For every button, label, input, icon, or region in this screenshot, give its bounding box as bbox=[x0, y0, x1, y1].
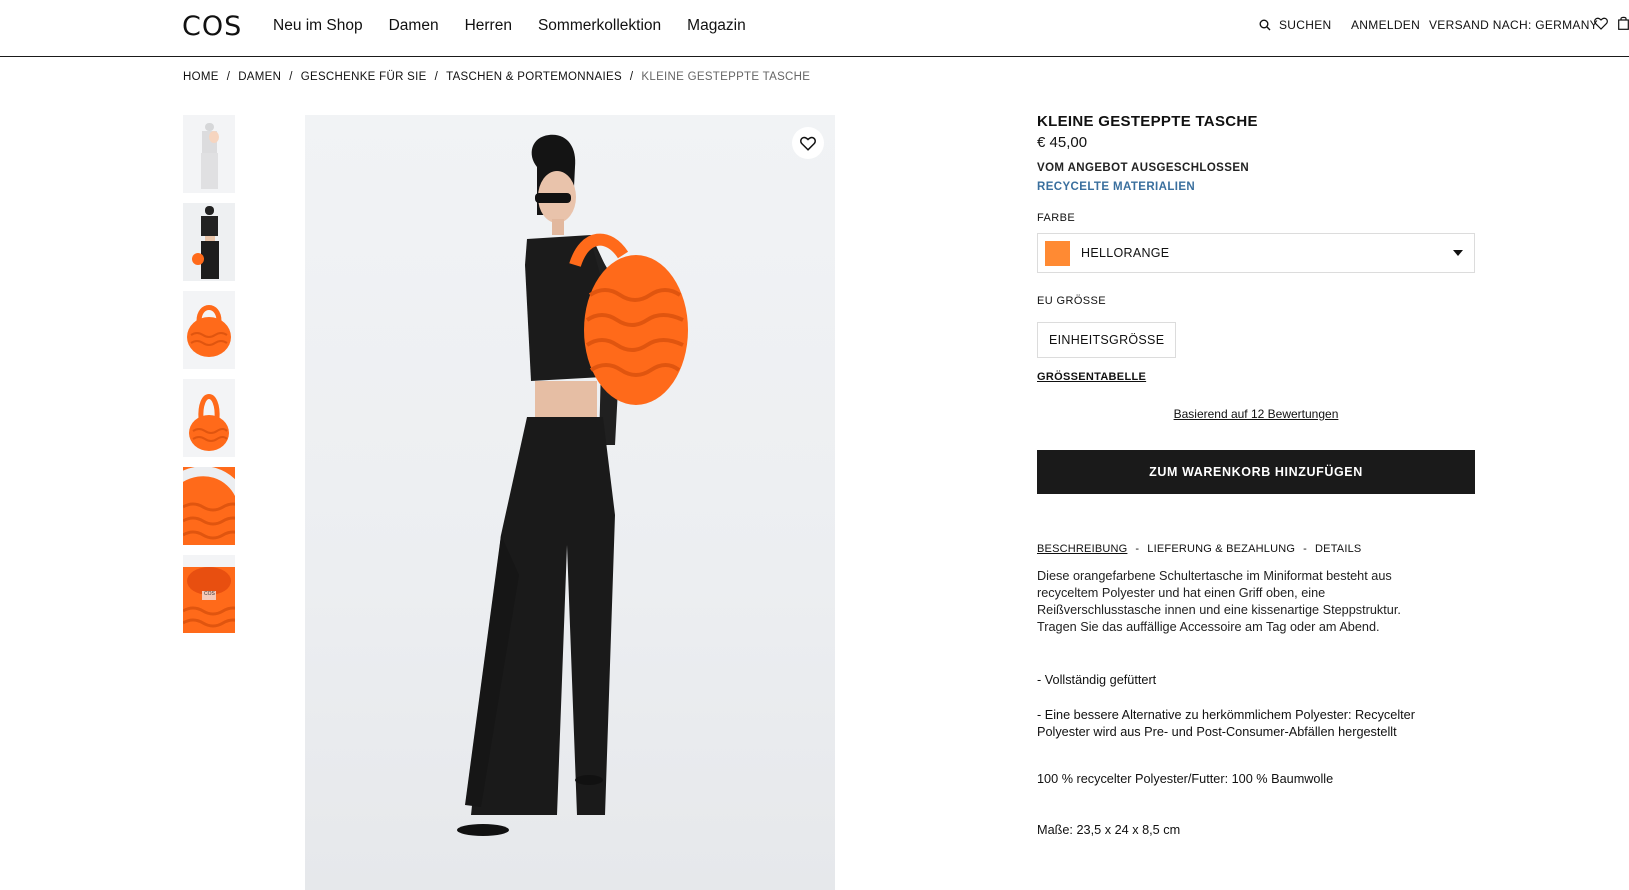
thumbnail-bag-front[interactable] bbox=[183, 291, 235, 369]
dimensions: Maße: 23,5 x 24 x 8,5 cm bbox=[1037, 823, 1181, 837]
color-name: HELLORANGE bbox=[1081, 246, 1170, 260]
thumbnail-logo: COS bbox=[204, 591, 215, 597]
thumbnail-bag-interior[interactable]: COS bbox=[183, 555, 235, 633]
nav-summer-collection[interactable]: Sommerkollektion bbox=[538, 17, 661, 35]
reviews-link[interactable]: Basierend auf 12 Bewertungen bbox=[1037, 407, 1475, 421]
nav-women[interactable]: Damen bbox=[389, 17, 439, 35]
login-link[interactable]: ANMELDEN bbox=[1351, 18, 1420, 32]
feature-recycled-polyester: - Eine bessere Alternative zu herkömmlic… bbox=[1037, 707, 1467, 741]
main-product-image[interactable] bbox=[305, 115, 835, 890]
thumbnail-model[interactable] bbox=[183, 203, 235, 281]
breadcrumb-separator: / bbox=[434, 71, 439, 83]
breadcrumb-bags-wallets[interactable]: TASCHEN & PORTEMONNAIES bbox=[446, 71, 622, 83]
breadcrumb-home[interactable]: HOME bbox=[183, 71, 219, 83]
product-description: Diese orangefarbene Schultertasche im Mi… bbox=[1037, 568, 1467, 636]
tab-delivery-payment[interactable]: LIEFERUNG & BEZAHLUNG bbox=[1147, 543, 1295, 555]
wishlist-icon[interactable] bbox=[1594, 17, 1608, 35]
description-line: recyceltem Polyester und hat einen Griff… bbox=[1037, 586, 1326, 600]
search-icon bbox=[1259, 19, 1271, 31]
nav-men[interactable]: Herren bbox=[465, 17, 512, 35]
tab-separator: - bbox=[1135, 543, 1140, 555]
thumbnail-bag-side[interactable] bbox=[183, 379, 235, 457]
material-composition: 100 % recycelter Polyester/Futter: 100 %… bbox=[1037, 772, 1334, 786]
description-line: Reißverschlusstasche innen und eine kiss… bbox=[1037, 603, 1401, 617]
feature-lined: - Vollständig gefüttert bbox=[1037, 673, 1157, 687]
tab-details[interactable]: DETAILS bbox=[1315, 543, 1361, 555]
thumbnail-bag-detail[interactable] bbox=[183, 467, 235, 545]
description-line: Tragen Sie das auffällige Accessoire am … bbox=[1037, 620, 1380, 634]
size-chart-link[interactable]: GRÖSSENTABELLE bbox=[1037, 371, 1146, 383]
color-label: FARBE bbox=[1037, 212, 1076, 224]
product-title: KLEINE GESTEPPTE TASCHE bbox=[1037, 113, 1258, 130]
model-illustration bbox=[457, 134, 688, 836]
recycled-materials-link[interactable]: RECYCELTE MATERIALIEN bbox=[1037, 181, 1477, 193]
breadcrumb-separator: / bbox=[289, 71, 293, 83]
description-line: Diese orangefarbene Schultertasche im Mi… bbox=[1037, 569, 1392, 583]
feature-line: Polyester wird aus Pre- und Post-Consume… bbox=[1037, 725, 1397, 739]
search-label: SUCHEN bbox=[1279, 18, 1332, 32]
tab-description[interactable]: BESCHREIBUNG bbox=[1037, 543, 1127, 555]
feature-line: - Eine bessere Alternative zu herkömmlic… bbox=[1037, 708, 1415, 722]
tab-separator: - bbox=[1303, 543, 1308, 555]
color-swatch bbox=[1045, 241, 1070, 266]
product-price: € 45,00 bbox=[1037, 134, 1088, 151]
breadcrumb-women[interactable]: DAMEN bbox=[238, 71, 281, 83]
breadcrumb-gifts-for-her[interactable]: GESCHENKE FÜR SIE bbox=[301, 71, 427, 83]
cos-logo[interactable]: COS bbox=[182, 11, 242, 42]
nav-magazine[interactable]: Magazin bbox=[687, 17, 746, 35]
breadcrumb: HOME / DAMEN / GESCHENKE FÜR SIE / TASCH… bbox=[183, 71, 810, 83]
main-nav: Neu im Shop Damen Herren Sommerkollektio… bbox=[273, 17, 746, 35]
add-to-wishlist-button[interactable] bbox=[792, 127, 824, 159]
heart-icon bbox=[800, 136, 816, 151]
thumbnail-gallery: COS bbox=[183, 115, 235, 643]
size-option-one-size[interactable]: EINHEITSGRÖSSE bbox=[1037, 322, 1177, 358]
breadcrumb-separator: / bbox=[629, 71, 634, 83]
shipping-country-selector[interactable]: VERSAND NACH: GERMANY bbox=[1429, 18, 1598, 32]
breadcrumb-current: KLEINE GESTEPPTE TASCHE bbox=[641, 71, 811, 83]
product-info: KLEINE GESTEPPTE TASCHE € 45,00 VOM ANGE… bbox=[1037, 113, 1477, 837]
breadcrumb-separator: / bbox=[226, 71, 231, 83]
add-to-cart-button[interactable]: ZUM WARENKORB HINZUFÜGEN bbox=[1037, 450, 1475, 494]
color-select[interactable]: HELLORANGE bbox=[1037, 233, 1475, 273]
search-button[interactable]: SUCHEN bbox=[1259, 18, 1331, 32]
info-tabs: BESCHREIBUNG - LIEFERUNG & BEZAHLUNG - D… bbox=[1037, 543, 1361, 555]
nav-new-in[interactable]: Neu im Shop bbox=[273, 17, 363, 35]
site-header: COS Neu im Shop Damen Herren Sommerkolle… bbox=[0, 0, 1629, 57]
thumbnail-model-faded[interactable] bbox=[183, 115, 235, 193]
shopping-bag-icon[interactable] bbox=[1618, 16, 1629, 35]
chevron-down-icon bbox=[1453, 250, 1463, 256]
size-label: EU GRÖSSE bbox=[1037, 295, 1107, 307]
promo-excluded-note: VOM ANGEBOT AUSGESCHLOSSEN bbox=[1037, 162, 1250, 174]
